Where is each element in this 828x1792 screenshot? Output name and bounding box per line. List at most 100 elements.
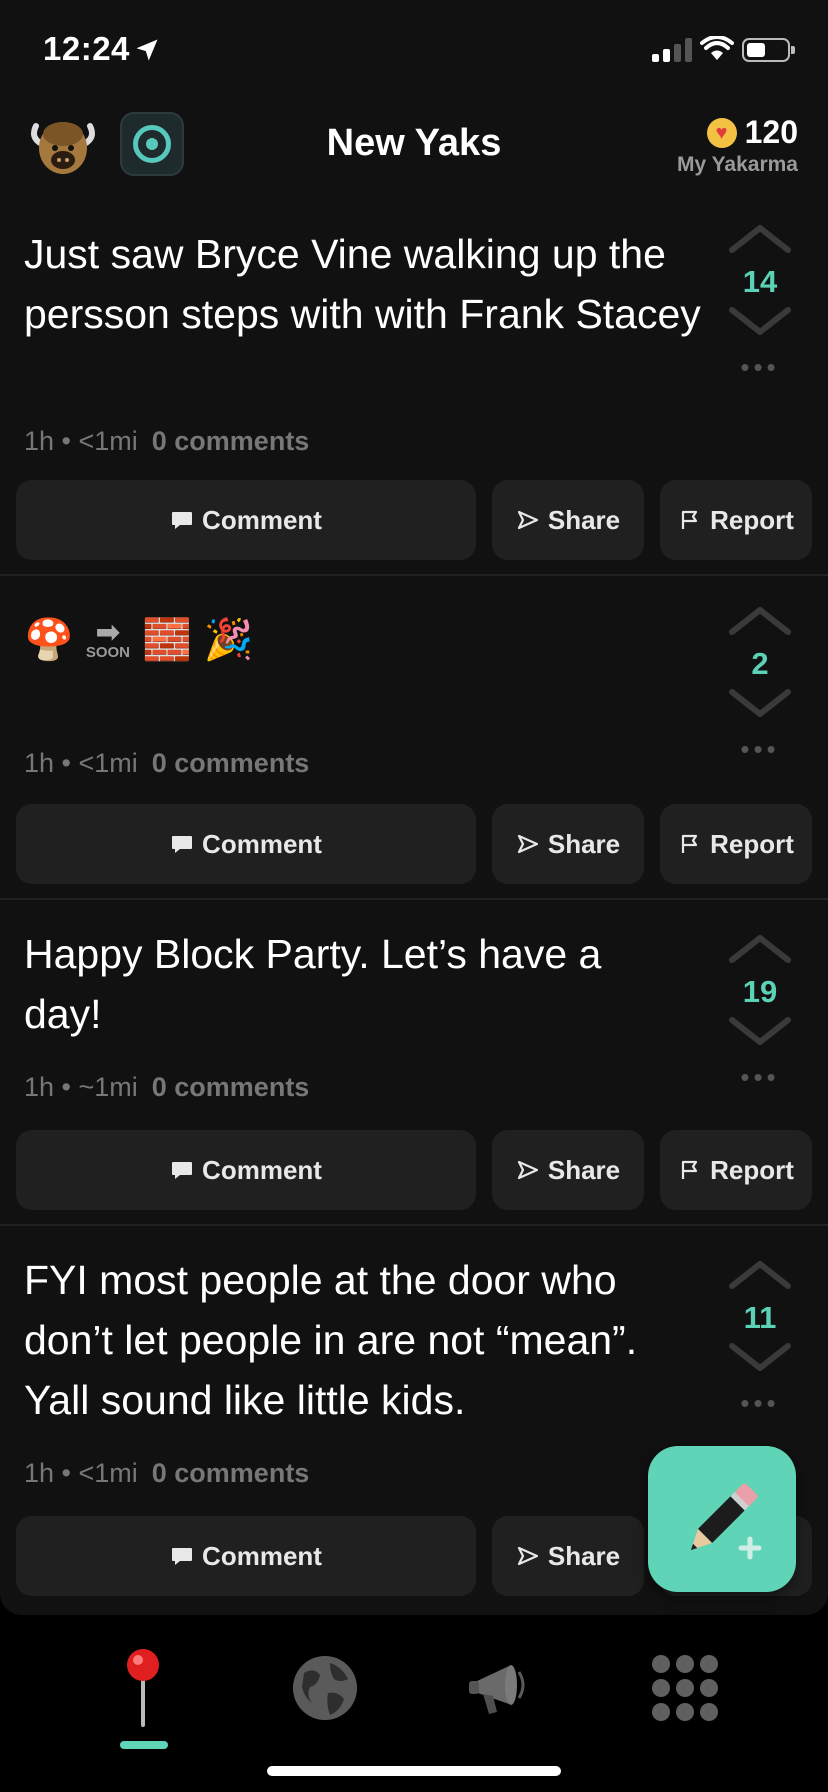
status-bar: 12:24 [0, 0, 828, 100]
vote-count: 19 [742, 974, 778, 1009]
comment-button-label: Comment [202, 1540, 322, 1571]
vote-control: 2 ••• [728, 604, 792, 765]
post-meta: 1h • <1mi 0 comments [24, 1458, 309, 1489]
battery-icon [742, 38, 795, 62]
comment-button-label: Comment [202, 1154, 322, 1185]
comment-button[interactable]: Comment [16, 804, 476, 884]
post-meta: 1h • <1mi 0 comments [24, 426, 309, 457]
send-arrow-icon [517, 1160, 538, 1180]
post-text: FYI most people at the door who don’t le… [24, 1257, 638, 1423]
downvote-icon[interactable] [728, 1016, 792, 1048]
more-options-icon[interactable]: ••• [728, 1062, 792, 1093]
vote-control: 19 ••• [728, 932, 792, 1093]
pencil-plus-icon [690, 1483, 762, 1560]
soon-arrow-emoji: ➡ SOON [85, 615, 130, 661]
post-actions: Comment Share Report [16, 480, 812, 560]
yak-feed: Just saw Bryce Vine walking up the perss… [0, 200, 828, 1615]
share-button[interactable]: Share [492, 480, 644, 560]
status-time: 12:24 [43, 30, 130, 67]
report-button-label: Report [710, 1154, 794, 1185]
party-popper-emoji: 🎉 [203, 618, 254, 662]
post-time-distance: 1h • ~1mi [24, 1072, 138, 1102]
post-time-distance: 1h • <1mi [24, 748, 138, 778]
post-meta: 1h • <1mi 0 comments [24, 748, 309, 779]
megaphone-icon [469, 1665, 525, 1714]
downvote-icon[interactable] [728, 1342, 792, 1374]
post-time-distance: 1h • <1mi [24, 426, 138, 456]
mushroom-emoji: 🍄 [24, 618, 74, 662]
report-button[interactable]: Report [660, 1130, 812, 1210]
comment-count[interactable]: 0 comments [152, 1458, 310, 1488]
share-button-label: Share [547, 828, 621, 859]
vote-count: 14 [742, 264, 778, 299]
cellular-signal-icon [652, 38, 692, 62]
yakarma-label: My Yakarma [676, 153, 798, 176]
wifi-icon [700, 36, 734, 60]
tab-more[interactable] [640, 1643, 730, 1733]
upvote-icon[interactable] [728, 932, 792, 964]
upvote-icon[interactable] [728, 1258, 792, 1290]
app-header: New Yaks ♥ 120 My Yakarma [0, 100, 828, 200]
globe-icon [293, 1656, 357, 1720]
share-button[interactable]: Share [492, 804, 644, 884]
upvote-icon[interactable] [728, 604, 792, 636]
comment-count[interactable]: 0 comments [152, 1072, 310, 1102]
report-button-label: Report [710, 504, 794, 535]
report-button-label: Report [710, 828, 794, 859]
post-actions: Comment Share Report [16, 804, 812, 884]
comment-button[interactable]: Comment [16, 1516, 476, 1596]
post-meta: 1h • ~1mi 0 comments [24, 1072, 309, 1103]
vote-control: 11 ••• [728, 1258, 792, 1419]
vote-count: 11 [743, 1300, 777, 1335]
heart-icon: ♥ [706, 117, 737, 148]
report-button[interactable]: Report [660, 480, 812, 560]
comment-button-label: Comment [202, 504, 322, 535]
post-item: Just saw Bryce Vine walking up the perss… [0, 200, 828, 576]
new-yak-button[interactable] [648, 1446, 796, 1592]
comment-button[interactable]: Comment [16, 480, 476, 560]
downvote-icon[interactable] [728, 688, 792, 720]
tab-announcements[interactable] [458, 1643, 548, 1733]
share-button[interactable]: Share [492, 1516, 644, 1596]
map-pin-icon [127, 1649, 159, 1727]
more-options-icon[interactable]: ••• [728, 352, 792, 383]
flag-icon [682, 1160, 698, 1179]
comment-bubble-icon [172, 1162, 193, 1179]
yakarma-value: 120 [744, 114, 798, 150]
post-item: 🍄 ➡ SOON 🧱 🎉 2 ••• 1h • <1mi 0 comments Co… [0, 576, 828, 900]
location-arrow-icon [136, 39, 158, 61]
share-button-label: Share [547, 1154, 621, 1185]
comment-count[interactable]: 0 comments [152, 426, 310, 456]
brick-emoji: 🧱 [142, 618, 192, 662]
post-text: Happy Block Party. Let’s have a day! [24, 931, 602, 1037]
send-arrow-icon [517, 510, 538, 530]
comment-bubble-icon [172, 1548, 193, 1565]
comment-bubble-icon [172, 512, 193, 529]
comment-button[interactable]: Comment [16, 1130, 476, 1210]
post-item: Happy Block Party. Let’s have a day! 19 … [0, 900, 828, 1226]
comment-count[interactable]: 0 comments [152, 748, 310, 778]
yakarma-score[interactable]: ♥ 120 My Yakarma [677, 114, 798, 177]
report-button[interactable]: Report [660, 804, 812, 884]
post-text: Just saw Bryce Vine walking up the perss… [24, 231, 701, 337]
comment-button-label: Comment [202, 828, 322, 859]
more-options-icon[interactable]: ••• [728, 1388, 792, 1419]
send-arrow-icon [517, 834, 538, 854]
share-button-label: Share [547, 504, 621, 535]
post-actions: Comment Share Report [16, 1130, 812, 1210]
upvote-icon[interactable] [728, 222, 792, 254]
post-emoji-content: 🍄 ➡ SOON 🧱 🎉 [24, 616, 254, 663]
downvote-icon[interactable] [728, 306, 792, 338]
comment-bubble-icon [172, 836, 193, 853]
vote-control: 14 ••• [728, 222, 792, 383]
share-button-label: Share [547, 1540, 621, 1571]
home-indicator[interactable] [267, 1766, 561, 1776]
tab-global[interactable] [280, 1643, 370, 1733]
flag-icon [682, 834, 698, 853]
tab-local[interactable] [98, 1643, 188, 1749]
send-arrow-icon [517, 1546, 538, 1566]
share-button[interactable]: Share [492, 1130, 644, 1210]
post-time-distance: 1h • <1mi [24, 1458, 138, 1488]
flag-icon [682, 510, 698, 529]
more-options-icon[interactable]: ••• [728, 734, 792, 765]
